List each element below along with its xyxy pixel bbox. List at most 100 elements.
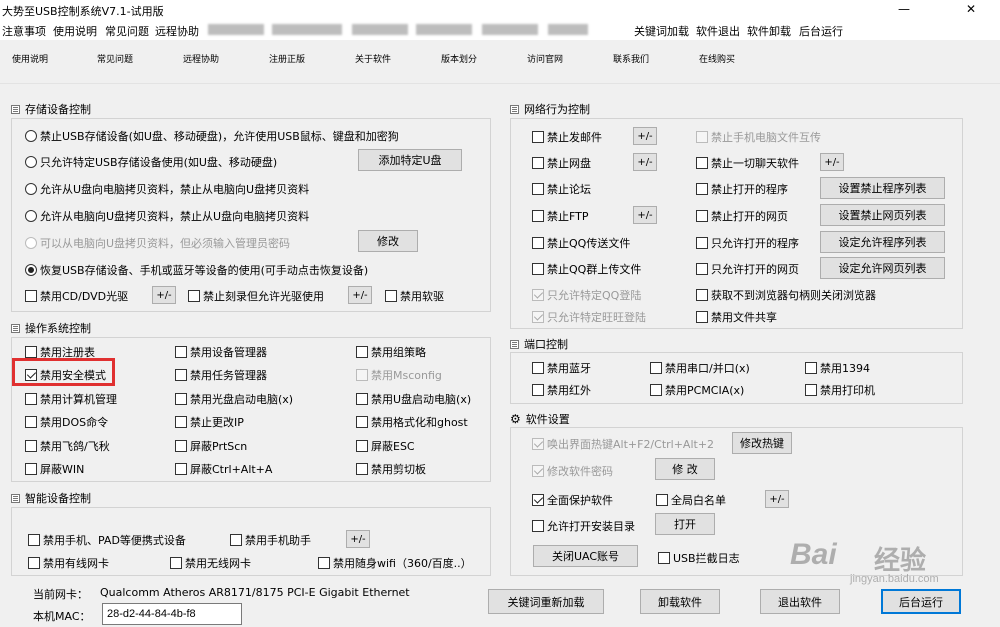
reload-keywords-button[interactable]: 关键词重新加载 <box>488 589 604 614</box>
disable-cd-checkbox[interactable]: 禁用CD/DVD光驱 <box>25 288 128 304</box>
network-item[interactable]: 禁止QQ群上传文件 <box>532 261 641 277</box>
open-button[interactable]: 打开 <box>655 513 715 535</box>
checkbox-icon[interactable] <box>805 362 817 374</box>
smart-item[interactable]: 禁用无线网卡 <box>170 555 251 571</box>
network-item[interactable]: 禁用文件共享 <box>696 309 777 325</box>
exit-button[interactable]: 退出软件 <box>760 589 840 614</box>
port-item[interactable]: 禁用红外 <box>532 382 591 398</box>
port-item[interactable]: 禁用打印机 <box>805 382 875 398</box>
network-item[interactable]: 禁止打开的网页 <box>696 208 788 224</box>
toolbar-versions[interactable]: 版本划分 <box>441 52 477 65</box>
network-item[interactable]: 禁止网盘 <box>532 155 591 171</box>
checkbox-icon[interactable] <box>532 520 544 532</box>
toolbar-faq[interactable]: 常见问题 <box>97 52 133 65</box>
menu-item-remote[interactable]: 远程协助 <box>155 23 199 39</box>
toolbar-remote[interactable]: 远程协助 <box>183 52 219 65</box>
checkbox-icon[interactable] <box>25 346 37 358</box>
checkbox-icon[interactable] <box>532 384 544 396</box>
checkbox-icon[interactable] <box>175 416 187 428</box>
usb-log-checkbox[interactable]: USB拦截日志 <box>658 550 740 566</box>
checkbox-icon[interactable] <box>28 557 40 569</box>
checkbox-icon[interactable] <box>25 463 37 475</box>
password-checkbox[interactable]: 修改软件密码 <box>532 463 613 479</box>
uninstall-button[interactable]: 卸载软件 <box>640 589 720 614</box>
network-item[interactable]: 获取不到浏览器句柄则关闭浏览器 <box>696 287 876 303</box>
port-item[interactable]: 禁用PCMCIA(x) <box>650 382 744 398</box>
checkbox-checked-icon[interactable] <box>532 494 544 506</box>
checkbox-icon[interactable] <box>175 393 187 405</box>
floppy-checkbox[interactable]: 禁用软驱 <box>385 288 444 304</box>
checkbox-icon[interactable] <box>25 440 37 452</box>
smart-plusminus-button[interactable]: +/- <box>346 530 370 548</box>
checkbox-icon[interactable] <box>532 263 544 275</box>
smart-item[interactable]: 禁用随身wifi（360/百度..） <box>318 555 472 571</box>
checkbox-icon[interactable] <box>696 289 708 301</box>
os-item[interactable]: 禁用光盘启动电脑(x) <box>175 391 293 407</box>
storage-option-2[interactable]: 只允许特定USB存储设备使用(如U盘、移动硬盘) <box>25 154 277 170</box>
checkbox-icon[interactable] <box>696 157 708 169</box>
toolbar-about[interactable]: 关于软件 <box>355 52 391 65</box>
mac-field[interactable] <box>102 603 242 625</box>
set-blocked-programs-button[interactable]: 设置禁止程序列表 <box>820 177 945 199</box>
modify-button[interactable]: 修改 <box>358 230 418 252</box>
os-item[interactable]: 屏蔽ESC <box>356 438 415 454</box>
os-item[interactable]: 禁用Msconfig <box>356 367 442 383</box>
checkbox-icon[interactable] <box>650 362 662 374</box>
network-item[interactable]: 禁止一切聊天软件 <box>696 155 799 171</box>
checkbox-icon[interactable] <box>175 346 187 358</box>
toolbar-buy[interactable]: 在线购买 <box>699 52 735 65</box>
storage-option-5[interactable]: 可以从电脑向U盘拷贝资料，但必须输入管理员密码 <box>25 235 290 251</box>
network-item[interactable]: 只允许特定旺旺登陆 <box>532 309 646 325</box>
add-specific-usb-button[interactable]: 添加特定U盘 <box>358 149 462 171</box>
checkbox-icon[interactable] <box>356 416 368 428</box>
checkbox-icon[interactable] <box>696 210 708 222</box>
network-item[interactable]: 禁止FTP <box>532 208 589 224</box>
menu-item-exit[interactable]: 软件退出 <box>696 23 740 39</box>
storage-option-6[interactable]: 恢复USB存储设备、手机或蓝牙等设备的使用(可手动点击恢复设备) <box>25 262 368 278</box>
checkbox-icon[interactable] <box>25 290 37 302</box>
network-item[interactable]: 禁止打开的程序 <box>696 181 788 197</box>
checkbox-icon[interactable] <box>650 384 662 396</box>
network-item[interactable]: 禁止发邮件 <box>532 129 602 145</box>
hotkey-checkbox[interactable]: 唤出界面热键Alt+F2/Ctrl+Alt+2 <box>532 436 714 452</box>
checkbox-icon[interactable] <box>385 290 397 302</box>
toolbar-register[interactable]: 注册正版 <box>269 52 305 65</box>
checkbox-icon[interactable] <box>696 131 708 143</box>
checkbox-icon[interactable] <box>25 393 37 405</box>
menu-item-faq[interactable]: 常见问题 <box>105 23 149 39</box>
smart-item[interactable]: 禁用有线网卡 <box>28 555 109 571</box>
checkbox-icon[interactable] <box>175 440 187 452</box>
menu-item-manual[interactable]: 使用说明 <box>53 23 97 39</box>
os-item[interactable]: 禁止更改IP <box>175 414 244 430</box>
chat-plusminus-button[interactable]: +/- <box>820 153 844 171</box>
protect-checkbox[interactable]: 全面保护软件 <box>532 492 613 508</box>
modify-hotkey-button[interactable]: 修改热键 <box>732 432 792 454</box>
port-item[interactable]: 禁用1394 <box>805 360 870 376</box>
checkbox-icon[interactable] <box>696 263 708 275</box>
cd-plusminus-button[interactable]: +/- <box>152 286 176 304</box>
checkbox-icon[interactable] <box>318 557 330 569</box>
os-item[interactable]: 禁用任务管理器 <box>175 367 267 383</box>
radio-icon[interactable] <box>25 130 37 142</box>
radio-icon[interactable] <box>25 183 37 195</box>
whitelist-checkbox[interactable]: 全局白名单 <box>656 492 726 508</box>
menu-item-uninstall[interactable]: 软件卸载 <box>747 23 791 39</box>
os-item[interactable]: 禁用组策略 <box>356 344 426 360</box>
close-uac-button[interactable]: 关闭UAC账号 <box>533 545 638 567</box>
checkbox-icon[interactable] <box>25 416 37 428</box>
minimize-button[interactable]: — <box>898 2 910 16</box>
checkbox-icon[interactable] <box>532 210 544 222</box>
checkbox-checked-icon[interactable] <box>532 289 544 301</box>
menu-item-keyword-load[interactable]: 关键词加载 <box>634 23 689 39</box>
storage-option-3[interactable]: 允许从U盘向电脑拷贝资料，禁止从电脑向U盘拷贝资料 <box>25 181 309 197</box>
set-blocked-webpages-button[interactable]: 设置禁止网页列表 <box>820 204 945 226</box>
checkbox-icon[interactable] <box>656 494 668 506</box>
checkbox-icon[interactable] <box>28 534 40 546</box>
os-item[interactable]: 禁用格式化和ghost <box>356 414 468 430</box>
os-item[interactable]: 屏蔽WIN <box>25 461 84 477</box>
whitelist-plusminus-button[interactable]: +/- <box>765 490 789 508</box>
checkbox-icon[interactable] <box>230 534 242 546</box>
checkbox-icon[interactable] <box>532 157 544 169</box>
network-item[interactable]: 只允许打开的网页 <box>696 261 799 277</box>
toolbar-contact[interactable]: 联系我们 <box>613 52 649 65</box>
